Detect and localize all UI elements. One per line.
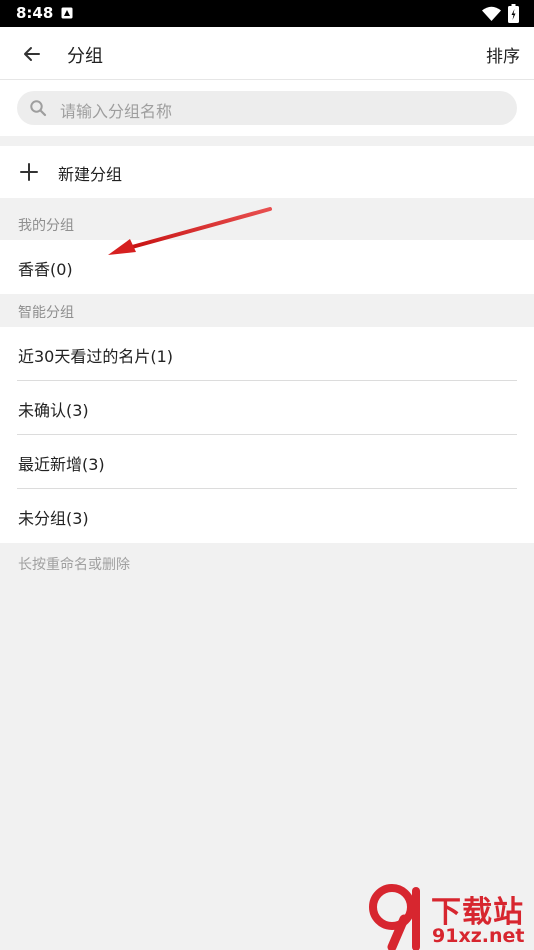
section-header-my-groups: 我的分组 [18, 218, 74, 234]
search-area: 请输入分组名称 [0, 80, 534, 136]
wifi-icon [482, 6, 501, 21]
new-group-button[interactable]: 新建分组 [0, 146, 534, 198]
notification-icon [61, 7, 73, 19]
search-placeholder: 请输入分组名称 [60, 102, 173, 121]
list-item-smart-group[interactable]: 近30天看过的名片(1) [0, 327, 534, 381]
list-item-label: 香香(0) [18, 260, 73, 279]
list-item-label: 最近新增(3) [18, 455, 105, 474]
list-item-smart-group[interactable]: 未分组(3) [0, 489, 534, 543]
watermark-domain: 91xz.net [432, 925, 525, 947]
list-item-label: 未确认(3) [18, 401, 89, 420]
plus-icon [20, 163, 38, 181]
page-title: 分组 [67, 46, 103, 67]
watermark-logo-icon [369, 884, 420, 950]
annotation-arrow-icon [108, 207, 272, 255]
status-time: 8:48 [16, 4, 54, 22]
app-bar: 分组 排序 [0, 27, 534, 80]
list-item-label: 未分组(3) [18, 509, 89, 528]
sort-button[interactable]: 排序 [486, 42, 520, 67]
battery-icon [508, 4, 519, 23]
hint-text: 长按重命名或删除 [18, 557, 130, 573]
back-arrow-icon[interactable] [18, 40, 46, 68]
watermark: 下载站 91xz.net [368, 883, 534, 950]
new-group-label: 新建分组 [58, 165, 123, 184]
list-item-smart-group[interactable]: 未确认(3) [0, 381, 534, 435]
list-item-smart-group[interactable]: 最近新增(3) [0, 435, 534, 489]
search-input[interactable]: 请输入分组名称 [17, 91, 517, 125]
section-header-smart-groups: 智能分组 [18, 305, 74, 321]
status-bar: 8:48 [0, 0, 534, 27]
search-icon [30, 100, 47, 117]
list-item-label: 近30天看过的名片(1) [18, 347, 174, 366]
